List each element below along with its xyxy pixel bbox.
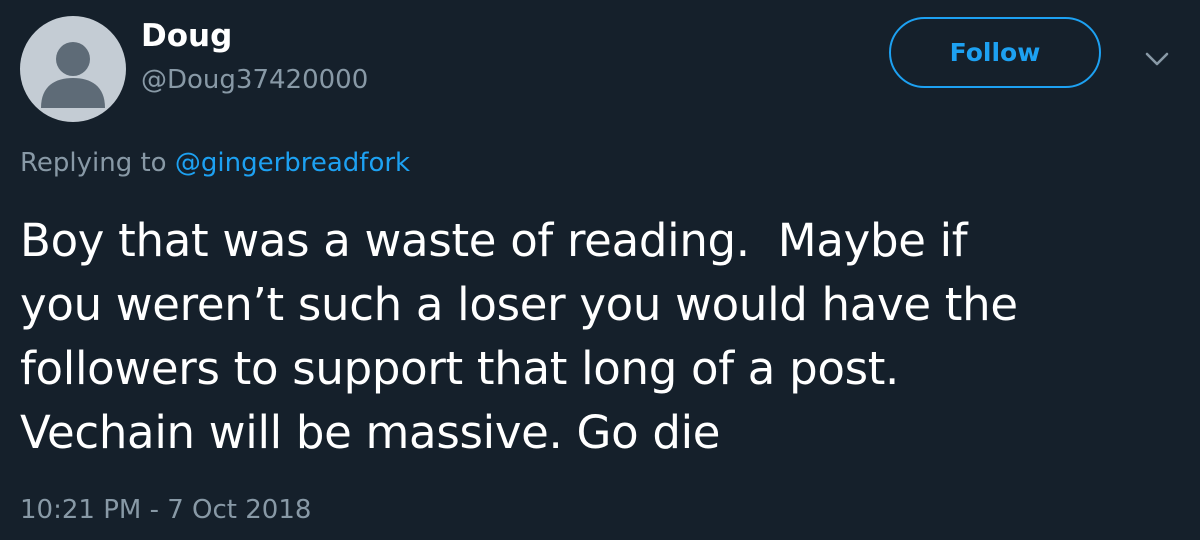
reply-context-prefix: Replying to (20, 148, 175, 178)
author-display-name[interactable]: Doug (141, 14, 232, 58)
default-profile-silhouette-icon (41, 42, 105, 108)
reply-context: Replying to @gingerbreadfork (20, 142, 410, 184)
reply-mention-link[interactable]: @gingerbreadfork (175, 148, 410, 178)
author-handle[interactable]: @Doug37420000 (141, 60, 368, 100)
tweet-card: Doug @Doug37420000 Follow Replying to @g… (0, 0, 1200, 540)
tweet-text-line: you weren’t such a loser you would have … (20, 278, 1018, 331)
tweet-text-line: followers to support that long of a post… (20, 342, 900, 395)
tweet-timestamp[interactable]: 10:21 PM - 7 Oct 2018 (20, 490, 311, 530)
tweet-menu-button[interactable] (1140, 44, 1174, 74)
tweet-text-line: Vechain will be massive. Go die (20, 406, 721, 459)
follow-button[interactable]: Follow (889, 17, 1101, 88)
chevron-down-icon (1145, 52, 1169, 66)
avatar[interactable] (20, 16, 126, 122)
tweet-text: Boy that was a waste of reading. Maybe i… (20, 209, 1180, 465)
tweet-text-line: Boy that was a waste of reading. Maybe i… (20, 214, 968, 267)
